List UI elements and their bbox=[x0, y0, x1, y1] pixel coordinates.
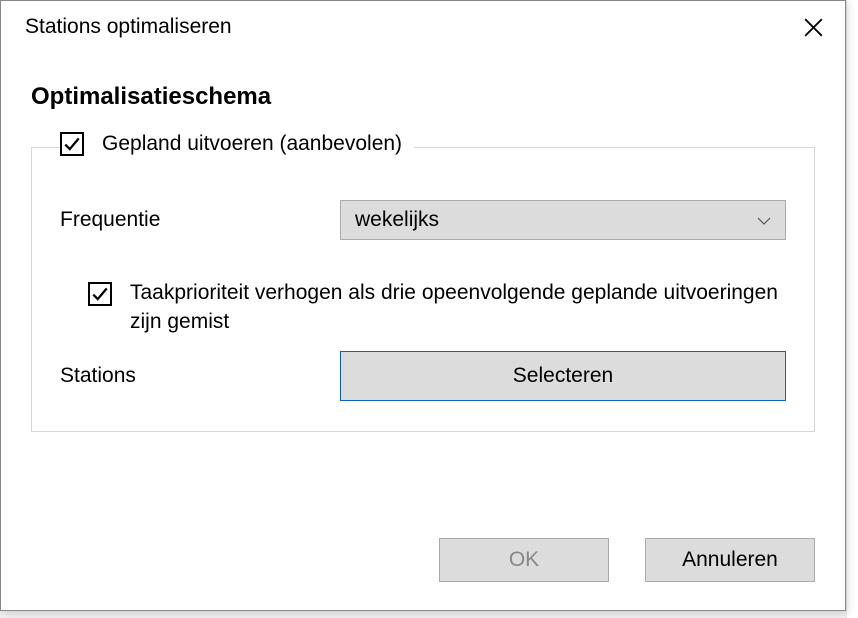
dialog-content: Optimalisatieschema Gepland uitvoeren (a… bbox=[1, 53, 845, 514]
optimize-drives-dialog: Stations optimaliseren Optimalisatiesche… bbox=[0, 0, 846, 611]
stations-row: Stations Selecteren bbox=[60, 351, 786, 401]
background-window-edge bbox=[846, 0, 858, 618]
schedule-fieldset: Gepland uitvoeren (aanbevolen) Frequenti… bbox=[31, 147, 815, 432]
dialog-title: Stations optimaliseren bbox=[25, 15, 232, 39]
scheduled-run-checkbox[interactable] bbox=[60, 132, 84, 156]
ok-button[interactable]: OK bbox=[439, 538, 609, 582]
stations-select-button[interactable]: Selecteren bbox=[340, 351, 786, 401]
priority-row: Taakprioriteit verhogen als drie opeenvo… bbox=[88, 278, 786, 337]
dialog-footer: OK Annuleren bbox=[1, 514, 845, 610]
priority-label: Taakprioriteit verhogen als drie opeenvo… bbox=[130, 278, 786, 337]
stations-label: Stations bbox=[60, 364, 340, 388]
frequency-row: Frequentie wekelijks bbox=[60, 200, 786, 240]
frequency-label: Frequentie bbox=[60, 208, 340, 232]
frequency-select[interactable]: wekelijks bbox=[340, 200, 786, 240]
section-heading: Optimalisatieschema bbox=[31, 83, 815, 111]
priority-checkbox[interactable] bbox=[88, 282, 112, 306]
chevron-down-icon bbox=[757, 213, 771, 228]
close-button[interactable] bbox=[797, 11, 829, 43]
check-icon bbox=[91, 285, 109, 303]
close-icon bbox=[804, 18, 823, 37]
cancel-button[interactable]: Annuleren bbox=[645, 538, 815, 582]
scheduled-run-row: Gepland uitvoeren (aanbevolen) bbox=[60, 132, 414, 156]
titlebar: Stations optimaliseren bbox=[1, 1, 845, 53]
check-icon bbox=[63, 135, 81, 153]
frequency-value: wekelijks bbox=[355, 208, 439, 232]
scheduled-run-label: Gepland uitvoeren (aanbevolen) bbox=[102, 132, 402, 156]
